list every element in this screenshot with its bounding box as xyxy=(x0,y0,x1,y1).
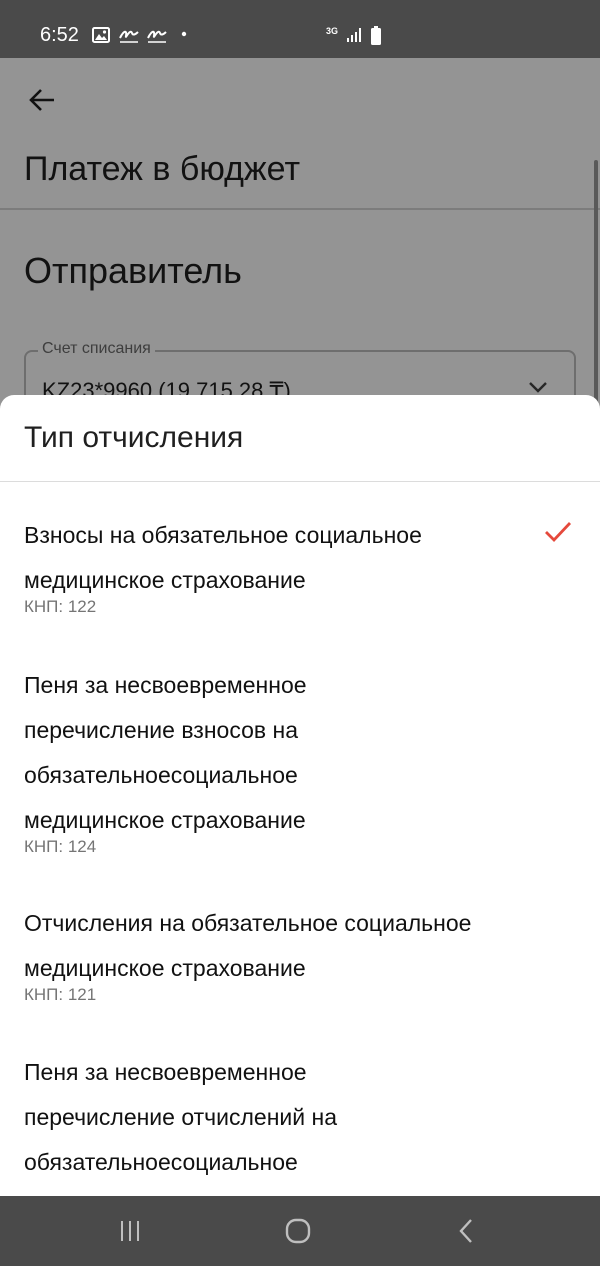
option-title: Взносы на обязательное социальное медици… xyxy=(24,522,422,593)
check-icon xyxy=(545,522,572,543)
option-title: Отчисления на обязательное социальное ме… xyxy=(24,910,472,981)
option-code: КНП: 122 xyxy=(24,597,97,616)
option-title: Пеня за несвоевременное перечисление отч… xyxy=(24,1059,337,1175)
status-time: 6:52 xyxy=(40,24,79,46)
recent-apps-icon xyxy=(121,1221,139,1241)
signal-icon xyxy=(347,28,361,42)
sign-icon xyxy=(147,30,167,43)
dot-icon xyxy=(181,31,187,37)
recent-apps-button[interactable] xyxy=(110,1214,150,1248)
option-code: КНП: 124 xyxy=(24,837,97,856)
sheet-title: Тип отчисления xyxy=(24,421,244,454)
option-title: Пеня за несвоевременное перечисление взн… xyxy=(24,672,307,833)
option-code: КНП: 121 xyxy=(24,985,97,1004)
home-icon xyxy=(285,1218,311,1244)
sheet-divider xyxy=(0,481,600,482)
home-button[interactable] xyxy=(278,1214,318,1248)
battery-icon xyxy=(371,26,381,45)
sign-icon xyxy=(119,30,139,43)
gallery-icon xyxy=(92,27,110,43)
payment-type-sheet: Тип отчисления Взносы на обязательное со… xyxy=(0,395,600,1196)
network-type-label: 3G xyxy=(326,26,339,36)
payment-type-option[interactable]: Отчисления на обязательное социальное ме… xyxy=(0,901,600,1011)
payment-type-option[interactable]: Взносы на обязательное социальное медици… xyxy=(0,513,600,625)
status-bar: 6:52 3G xyxy=(0,0,600,58)
screen: 6:52 3G Платеж в бюджет Отправитель Счет… xyxy=(0,0,600,1266)
chevron-left-icon xyxy=(459,1219,472,1243)
payment-type-option[interactable]: Пеня за несвоевременное перечисление взн… xyxy=(0,663,600,863)
nav-back-button[interactable] xyxy=(446,1214,486,1248)
system-nav-bar xyxy=(0,1196,600,1266)
payment-type-option[interactable]: Пеня за несвоевременное перечисление отч… xyxy=(0,1050,600,1196)
